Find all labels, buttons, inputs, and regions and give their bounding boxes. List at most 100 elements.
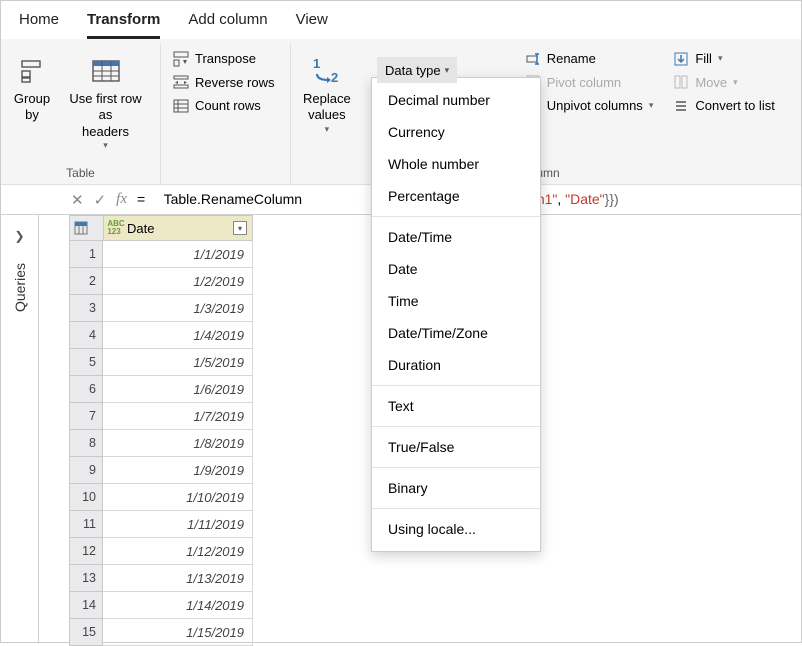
table-row[interactable]: 21/2/2019 xyxy=(69,268,253,295)
cell-date[interactable]: 1/5/2019 xyxy=(103,349,253,376)
use-first-row-button[interactable]: Use first row as headers ▾ xyxy=(57,47,154,155)
cell-date[interactable]: 1/13/2019 xyxy=(103,565,253,592)
unpivot-columns-button[interactable]: Unpivot columns ▾ xyxy=(525,96,654,116)
menu-duration[interactable]: Duration xyxy=(372,349,540,381)
table-row[interactable]: 151/15/2019 xyxy=(69,619,253,646)
queries-label: Queries xyxy=(12,263,28,312)
cell-date[interactable]: 1/8/2019 xyxy=(103,430,253,457)
formula-accept-icon[interactable]: ✓ xyxy=(94,191,107,209)
chevron-down-icon: ▾ xyxy=(103,140,108,151)
table-row[interactable]: 71/7/2019 xyxy=(69,403,253,430)
queries-sidebar[interactable]: ❯ Queries xyxy=(1,215,39,642)
menu-datetime[interactable]: Date/Time xyxy=(372,221,540,253)
chevron-right-icon[interactable]: ❯ xyxy=(14,229,24,243)
tab-view[interactable]: View xyxy=(296,11,328,39)
cell-date[interactable]: 1/15/2019 xyxy=(103,619,253,646)
row-number[interactable]: 3 xyxy=(69,295,103,322)
row-number[interactable]: 2 xyxy=(69,268,103,295)
menu-binary[interactable]: Binary xyxy=(372,472,540,504)
table-row[interactable]: 121/12/2019 xyxy=(69,538,253,565)
menu-whole-number[interactable]: Whole number xyxy=(372,148,540,180)
menu-separator xyxy=(372,426,540,427)
group-by-icon xyxy=(18,51,46,91)
menu-truefalse[interactable]: True/False xyxy=(372,431,540,463)
cell-date[interactable]: 1/2/2019 xyxy=(103,268,253,295)
row-number[interactable]: 15 xyxy=(69,619,103,646)
row-number[interactable]: 13 xyxy=(69,565,103,592)
cell-date[interactable]: 1/9/2019 xyxy=(103,457,253,484)
row-number[interactable]: 1 xyxy=(69,241,103,268)
table-row[interactable]: 11/1/2019 xyxy=(69,241,253,268)
menu-using-locale[interactable]: Using locale... xyxy=(372,513,540,545)
data-type-dropdown-button[interactable]: Data type ▾ xyxy=(377,57,457,83)
menu-date[interactable]: Date xyxy=(372,253,540,285)
menu-percentage[interactable]: Percentage xyxy=(372,180,540,212)
rename-button[interactable]: Rename xyxy=(525,49,654,69)
move-icon xyxy=(673,74,689,90)
row-number[interactable]: 11 xyxy=(69,511,103,538)
menu-decimal-number[interactable]: Decimal number xyxy=(372,84,540,116)
reverse-rows-button[interactable]: Reverse rows xyxy=(173,73,274,93)
menu-time[interactable]: Time xyxy=(372,285,540,317)
cell-date[interactable]: 1/7/2019 xyxy=(103,403,253,430)
table-row[interactable]: 51/5/2019 xyxy=(69,349,253,376)
tab-add-column[interactable]: Add column xyxy=(188,11,267,39)
fill-button[interactable]: Fill ▾ xyxy=(673,49,774,69)
table-row[interactable]: 61/6/2019 xyxy=(69,376,253,403)
replace-values-button[interactable]: 12 Replace values ▾ xyxy=(297,47,357,139)
cell-date[interactable]: 1/12/2019 xyxy=(103,538,253,565)
row-number[interactable]: 5 xyxy=(69,349,103,376)
formula-cancel-icon[interactable]: ✕ xyxy=(71,191,84,209)
transpose-button[interactable]: Transpose xyxy=(173,49,274,69)
replace-values-icon: 12 xyxy=(307,51,347,91)
list-icon xyxy=(673,98,689,114)
move-button[interactable]: Move ▾ xyxy=(673,73,774,93)
group-by-button[interactable]: Group by xyxy=(7,47,57,128)
row-number[interactable]: 9 xyxy=(69,457,103,484)
table-row[interactable]: 111/11/2019 xyxy=(69,511,253,538)
cell-date[interactable]: 1/1/2019 xyxy=(103,241,253,268)
table-row[interactable]: 91/9/2019 xyxy=(69,457,253,484)
cell-date[interactable]: 1/6/2019 xyxy=(103,376,253,403)
menu-datetimezone[interactable]: Date/Time/Zone xyxy=(372,317,540,349)
data-type-menu: Decimal number Currency Whole number Per… xyxy=(371,77,541,552)
table-row[interactable]: 141/14/2019 xyxy=(69,592,253,619)
column-header-date[interactable]: ABC123 Date ▾ xyxy=(103,215,253,241)
chevron-down-icon: ▾ xyxy=(325,124,330,135)
column-filter-dropdown[interactable]: ▾ xyxy=(233,221,247,235)
fx-icon[interactable]: fx xyxy=(116,191,127,208)
row-number[interactable]: 6 xyxy=(69,376,103,403)
row-number[interactable]: 10 xyxy=(69,484,103,511)
convert-to-list-button[interactable]: Convert to list xyxy=(673,96,774,116)
cell-date[interactable]: 1/14/2019 xyxy=(103,592,253,619)
tab-home[interactable]: Home xyxy=(19,11,59,39)
chevron-down-icon: ▾ xyxy=(445,65,450,76)
table-row[interactable]: 41/4/2019 xyxy=(69,322,253,349)
pivot-column-button[interactable]: Pivot column xyxy=(525,73,654,93)
row-number[interactable]: 14 xyxy=(69,592,103,619)
menu-separator xyxy=(372,216,540,217)
row-number-header[interactable] xyxy=(69,215,103,241)
cell-date[interactable]: 1/3/2019 xyxy=(103,295,253,322)
cell-date[interactable]: 1/4/2019 xyxy=(103,322,253,349)
reverse-rows-icon xyxy=(173,74,189,90)
menu-currency[interactable]: Currency xyxy=(372,116,540,148)
row-number[interactable]: 7 xyxy=(69,403,103,430)
tab-transform[interactable]: Transform xyxy=(87,11,160,39)
row-number[interactable]: 8 xyxy=(69,430,103,457)
table-row[interactable]: 131/13/2019 xyxy=(69,565,253,592)
tab-bar: Home Transform Add column View xyxy=(1,1,801,39)
table-row[interactable]: 101/10/2019 xyxy=(69,484,253,511)
cell-date[interactable]: 1/11/2019 xyxy=(103,511,253,538)
menu-separator xyxy=(372,467,540,468)
table-row[interactable]: 31/3/2019 xyxy=(69,295,253,322)
cell-date[interactable]: 1/10/2019 xyxy=(103,484,253,511)
svg-text:2: 2 xyxy=(331,70,338,85)
group-by-label: Group by xyxy=(14,91,50,124)
menu-text[interactable]: Text xyxy=(372,390,540,422)
row-number[interactable]: 12 xyxy=(69,538,103,565)
row-number[interactable]: 4 xyxy=(69,322,103,349)
table-row[interactable]: 81/8/2019 xyxy=(69,430,253,457)
count-rows-button[interactable]: Count rows xyxy=(173,96,274,116)
datatype-any-icon: ABC123 xyxy=(109,221,123,235)
